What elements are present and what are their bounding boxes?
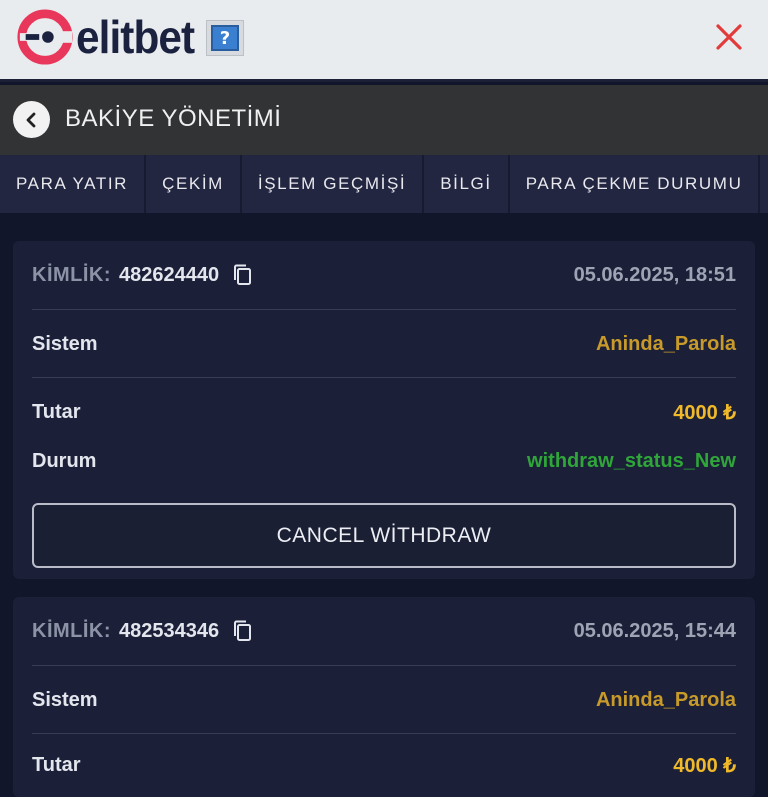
- page-title: BAKİYE YÖNETİMİ: [65, 105, 282, 132]
- tab-islem-gecmisi[interactable]: İŞLEM GEÇMİŞİ: [242, 155, 425, 213]
- status-row: Durum withdraw_status_New: [32, 441, 736, 481]
- amount-value: 4000 ₺: [673, 401, 736, 424]
- amount-label: Tutar: [32, 753, 81, 776]
- tab-cekim[interactable]: ÇEKİM: [146, 155, 242, 213]
- brand-name: elitbet: [76, 11, 195, 63]
- system-label: Sistem: [32, 332, 98, 355]
- top-header: elitbet ?: [0, 0, 768, 82]
- system-label: Sistem: [32, 688, 98, 711]
- system-row: Sistem Aninda_Parola: [32, 324, 736, 364]
- card-header-row: KİMLİK: 482624440 05.06.2025, 18:51: [32, 255, 736, 295]
- close-button[interactable]: [708, 16, 750, 58]
- help-button[interactable]: ?: [206, 20, 244, 56]
- help-icon: ?: [211, 25, 239, 51]
- system-row: Sistem Aninda_Parola: [32, 680, 736, 720]
- status-label: Durum: [32, 449, 97, 472]
- divider: [32, 309, 736, 310]
- chevron-left-icon: [26, 112, 35, 127]
- id-value: 482624440: [119, 263, 220, 286]
- back-button[interactable]: [13, 101, 50, 138]
- card-header-row: KİMLİK: 482534346 05.06.2025, 15:44: [32, 611, 736, 651]
- tab-bilgi[interactable]: BİLGİ: [424, 155, 510, 213]
- datetime: 05.06.2025, 15:44: [573, 619, 736, 642]
- copy-icon[interactable]: [231, 619, 255, 643]
- amount-row: Tutar 4000 ₺: [32, 392, 736, 432]
- id-value: 482534346: [119, 619, 220, 642]
- status-value: withdraw_status_New: [527, 449, 736, 472]
- id-label: KİMLİK:: [32, 619, 112, 642]
- close-icon: [716, 24, 742, 50]
- copy-icon[interactable]: [231, 263, 255, 287]
- divider: [32, 733, 736, 734]
- tab-para-cekme-durumu[interactable]: PARA ÇEKME DURUMU: [510, 155, 761, 213]
- amount-value: 4000 ₺: [673, 754, 736, 777]
- system-value: Aninda_Parola: [595, 688, 736, 711]
- logo-icon: [17, 9, 73, 65]
- id-label: KİMLİK:: [32, 263, 112, 286]
- page-header: BAKİYE YÖNETİMİ: [0, 85, 768, 155]
- divider: [32, 665, 736, 666]
- balance-tabs: PARA YATIR ÇEKİM İŞLEM GEÇMİŞİ BİLGİ PAR…: [0, 155, 768, 213]
- withdrawal-card: KİMLİK: 482534346 05.06.2025, 15:44 Sist…: [13, 597, 755, 797]
- datetime: 05.06.2025, 18:51: [573, 263, 736, 286]
- system-value: Aninda_Parola: [595, 332, 736, 355]
- cancel-withdraw-button[interactable]: CANCEL WİTHDRAW: [32, 503, 736, 568]
- divider: [32, 377, 736, 378]
- amount-label: Tutar: [32, 400, 81, 423]
- withdrawal-card: KİMLİK: 482624440 05.06.2025, 18:51 Sist…: [13, 241, 755, 579]
- amount-row: Tutar 4000 ₺: [32, 745, 736, 785]
- brand-logo[interactable]: elitbet: [16, 6, 204, 68]
- tab-para-yatir[interactable]: PARA YATIR: [0, 155, 147, 213]
